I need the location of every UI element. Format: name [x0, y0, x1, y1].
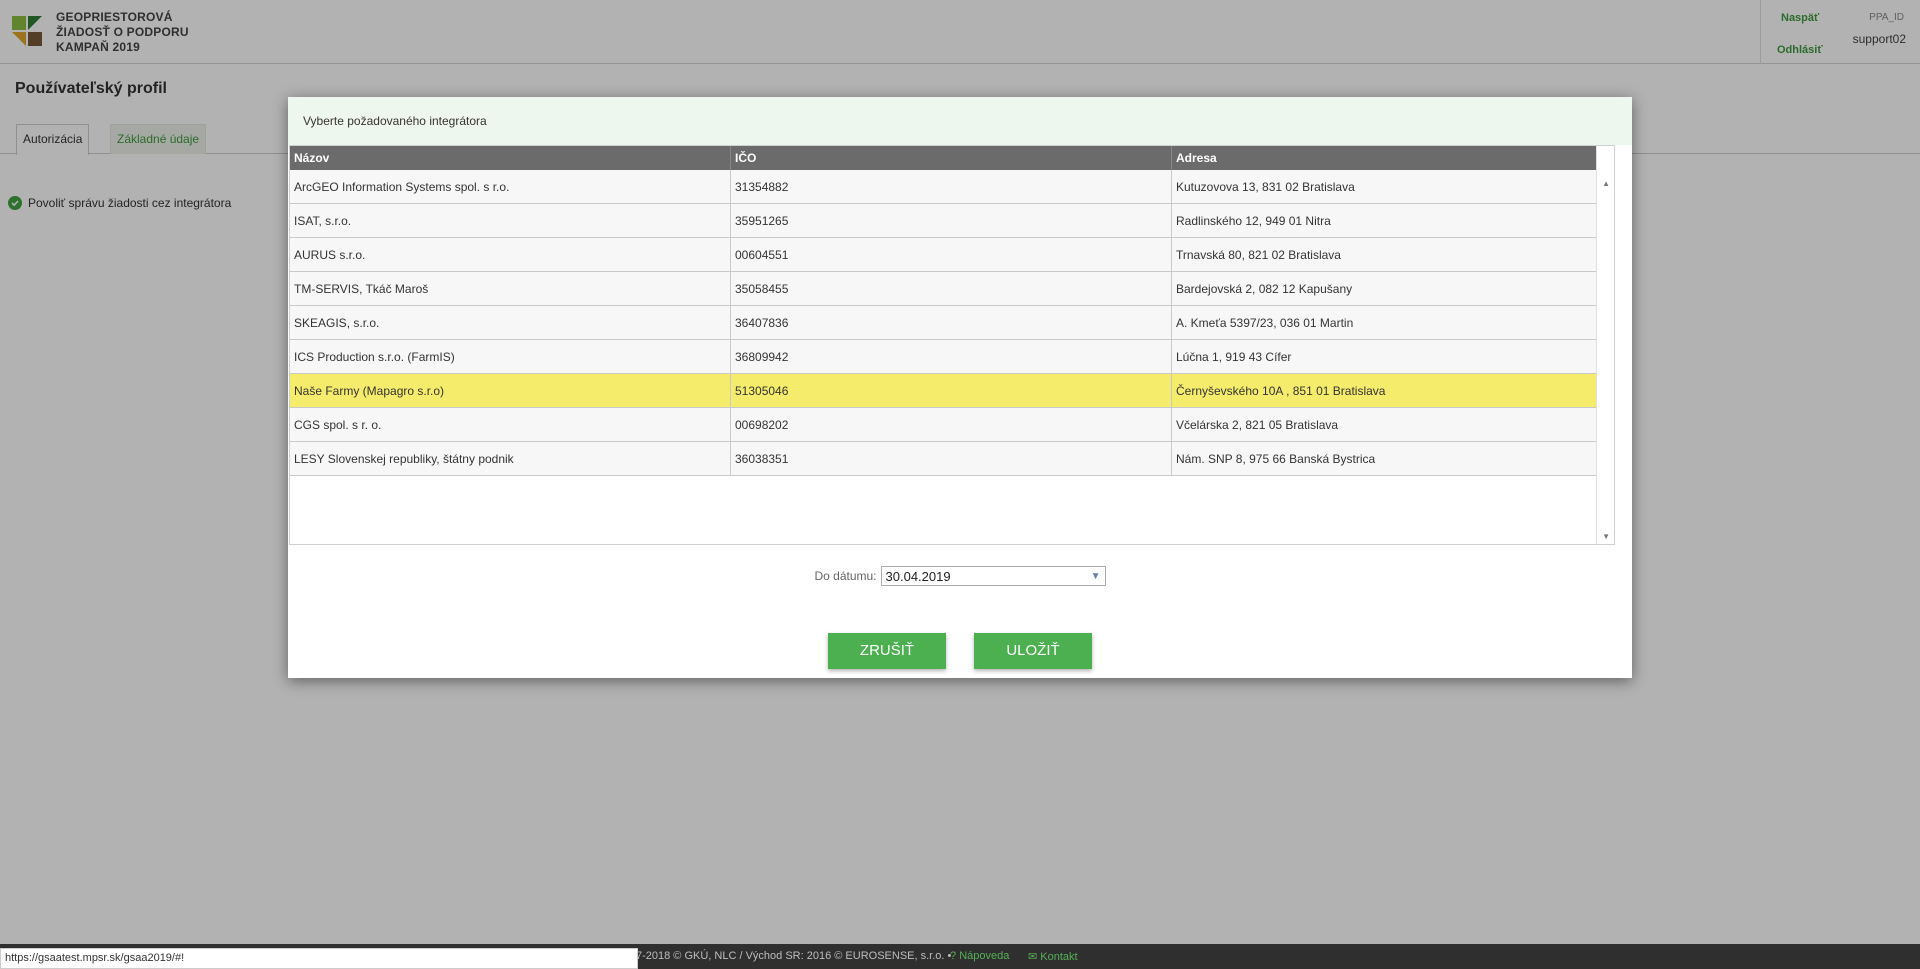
table-row[interactable]: ISAT, s.r.o. 35951265 Radlinského 12, 949 … [290, 204, 1614, 238]
table-row[interactable]: TM-SERVIS, Tkáč Maroš 35058455 Bardejovská… [290, 272, 1614, 306]
date-label: Do dátumu: [814, 569, 877, 583]
date-value: 30.04.2019 [885, 568, 951, 584]
table-row[interactable]: Naše Farmy (Mapagro s.r.o) 51305046 Černyš… [290, 374, 1614, 408]
table-row[interactable]: LESY Slovenskej republiky, štátny podnik… [290, 442, 1614, 476]
scroll-down-icon[interactable]: ▼ [1602, 532, 1610, 541]
footer-copyright: 7-2018 © GKÚ, NLC / Východ SR: 2016 © EU… [636, 950, 952, 962]
cell-ico: 35951265 [731, 204, 1172, 237]
cell-name: ISAT, s.r.o. [290, 204, 731, 237]
cell-address: Bardejovská 2, 082 12 Kapušany [1172, 272, 1614, 305]
cell-ico: 35058455 [731, 272, 1172, 305]
column-header-ico[interactable]: IČO [731, 146, 1172, 170]
cell-address: Kutuzovova 13, 831 02 Bratislava [1172, 170, 1614, 203]
scroll-up-icon[interactable]: ▲ [1602, 179, 1610, 188]
cell-address: Trnavská 80, 821 02 Bratislava [1172, 238, 1614, 271]
browser-status-url: https://gsaatest.mpsr.sk/gsaa2019/#! [0, 948, 638, 969]
cell-address: Radlinského 12, 949 01 Nitra [1172, 204, 1614, 237]
date-select[interactable]: 30.04.2019 ▼ [880, 566, 1106, 586]
save-button[interactable]: ULOŽIŤ [974, 633, 1092, 669]
cell-address: Černyševského 10A , 851 01 Bratislava [1172, 374, 1614, 407]
cell-name: AURUS s.r.o. [290, 238, 731, 271]
column-header-adresa[interactable]: Adresa [1172, 146, 1614, 170]
cell-ico: 00604551 [731, 238, 1172, 271]
column-header-nazov[interactable]: Názov [290, 146, 731, 170]
cell-address: Lúčna 1, 919 43 Cífer [1172, 340, 1614, 373]
grid-body: ArcGEO Information Systems spol. s r.o. 3… [290, 170, 1614, 476]
cancel-button[interactable]: ZRUŠIŤ [828, 633, 946, 669]
cell-name: LESY Slovenskej republiky, štátny podnik [290, 442, 731, 475]
cell-address: A. Kmeťa 5397/23, 036 01 Martin [1172, 306, 1614, 339]
cell-address: Nám. SNP 8, 975 66 Banská Bystrica [1172, 442, 1614, 475]
chevron-down-icon[interactable]: ▼ [1091, 571, 1101, 582]
table-row[interactable]: CGS spol. s r. o. 00698202 Včelárska 2, 82… [290, 408, 1614, 442]
grid-header: Názov IČO Adresa [290, 146, 1614, 170]
cell-ico: 31354882 [731, 170, 1172, 203]
table-row[interactable]: ArcGEO Information Systems spol. s r.o. 3… [290, 170, 1614, 204]
date-row: Do dátumu: 30.04.2019 ▼ [288, 566, 1632, 586]
integrator-grid: Názov IČO Adresa ArcGEO Information Syst… [289, 145, 1615, 545]
cell-name: ICS Production s.r.o. (FarmIS) [290, 340, 731, 373]
cell-name: ArcGEO Information Systems spol. s r.o. [290, 170, 731, 203]
table-row[interactable]: ICS Production s.r.o. (FarmIS) 36809942 Lú… [290, 340, 1614, 374]
table-row[interactable]: AURUS s.r.o. 00604551 Trnavská 80, 821 02 … [290, 238, 1614, 272]
grid-scrollbar[interactable]: ▲ ▼ [1596, 146, 1614, 544]
cell-ico: 36407836 [731, 306, 1172, 339]
cell-ico: 36038351 [731, 442, 1172, 475]
cell-name: Naše Farmy (Mapagro s.r.o) [290, 374, 731, 407]
cell-name: TM-SERVIS, Tkáč Maroš [290, 272, 731, 305]
table-row[interactable]: SKEAGIS, s.r.o. 36407836 A. Kmeťa 5397/23,… [290, 306, 1614, 340]
cell-ico: 00698202 [731, 408, 1172, 441]
cell-ico: 51305046 [731, 374, 1172, 407]
cell-address: Včelárska 2, 821 05 Bratislava [1172, 408, 1614, 441]
integrator-select-dialog: Vyberte požadovaného integrátora Názov I… [288, 97, 1632, 678]
cell-ico: 36809942 [731, 340, 1172, 373]
footer-contact-link[interactable]: ✉ Kontakt [1028, 950, 1078, 963]
footer-help-link[interactable]: ? Nápoveda [950, 950, 1009, 962]
cell-name: CGS spol. s r. o. [290, 408, 731, 441]
cell-name: SKEAGIS, s.r.o. [290, 306, 731, 339]
dialog-title: Vyberte požadovaného integrátora [288, 97, 1632, 145]
